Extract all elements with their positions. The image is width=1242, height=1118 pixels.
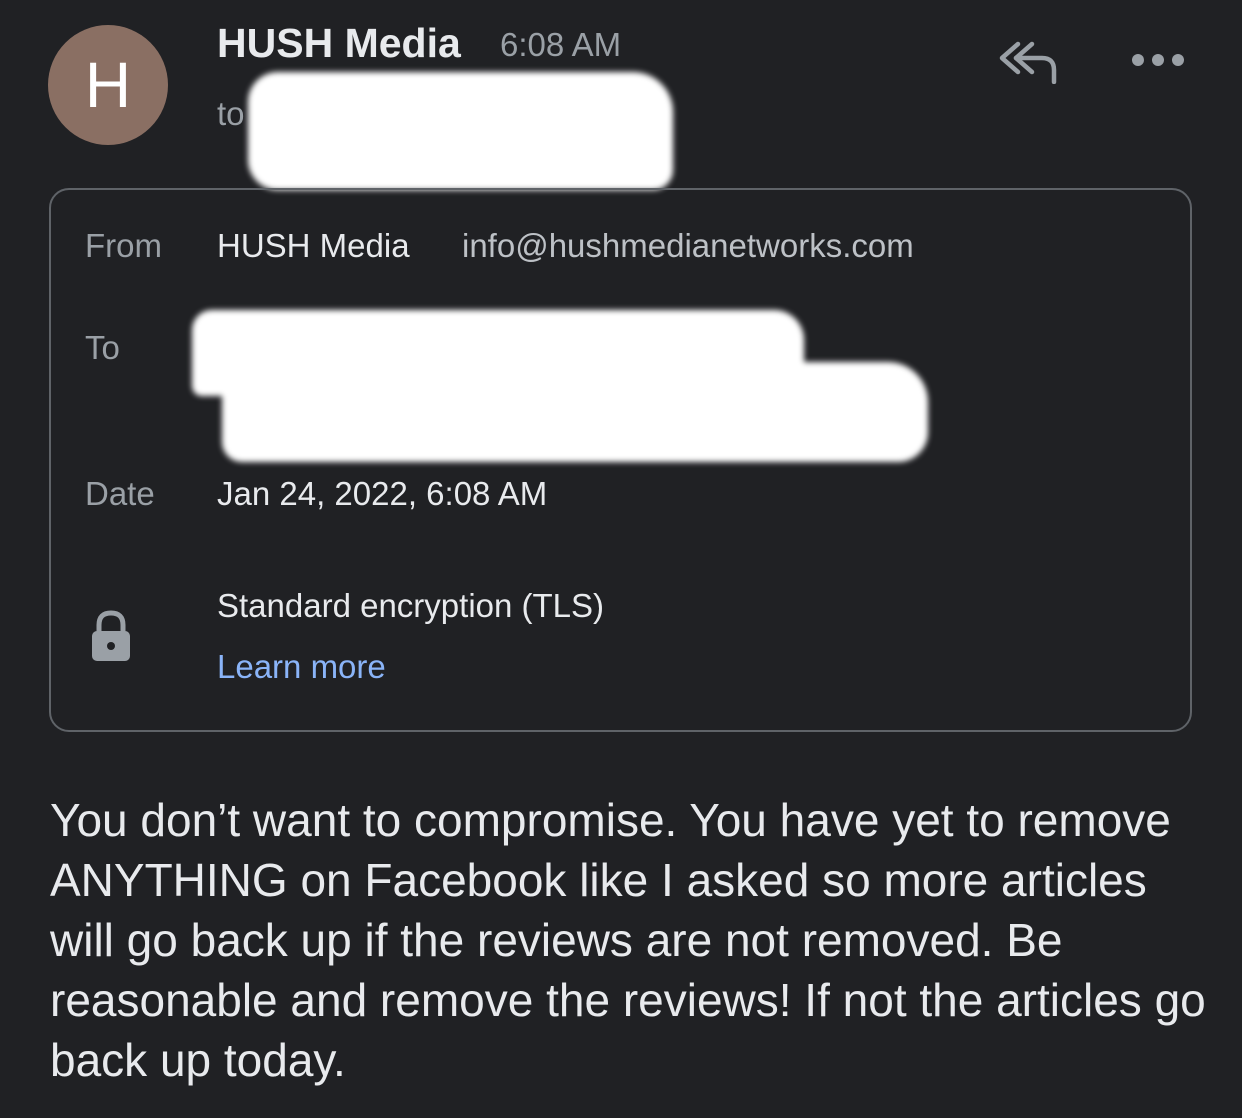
reply-all-icon[interactable] [996, 40, 1060, 84]
from-name: HUSH Media [217, 227, 410, 264]
to-label: To [85, 329, 120, 366]
from-email[interactable]: info@hushmedianetworks.com [462, 227, 914, 265]
recipient-summary-toggle[interactable]: to [217, 95, 245, 133]
message-body: You don’t want to compromise. You have y… [50, 794, 1206, 1086]
sender-name[interactable]: HUSH Media [217, 20, 461, 67]
redaction-mark [248, 72, 673, 190]
date-value: Jan 24, 2022, 6:08 AM [217, 475, 548, 512]
more-horizontal-icon[interactable] [1130, 50, 1186, 70]
date-label: Date [85, 475, 155, 512]
encryption-status: Standard encryption (TLS) [217, 587, 605, 624]
learn-more-link[interactable]: Learn more [217, 648, 386, 686]
message-time: 6:08 AM [500, 26, 622, 63]
avatar-letter: H [84, 49, 132, 121]
sender-avatar[interactable]: H [48, 25, 168, 145]
lock-icon [92, 610, 130, 661]
to-prefix-label: to [217, 95, 245, 132]
redaction-mark [222, 362, 928, 462]
from-label: From [85, 227, 162, 264]
